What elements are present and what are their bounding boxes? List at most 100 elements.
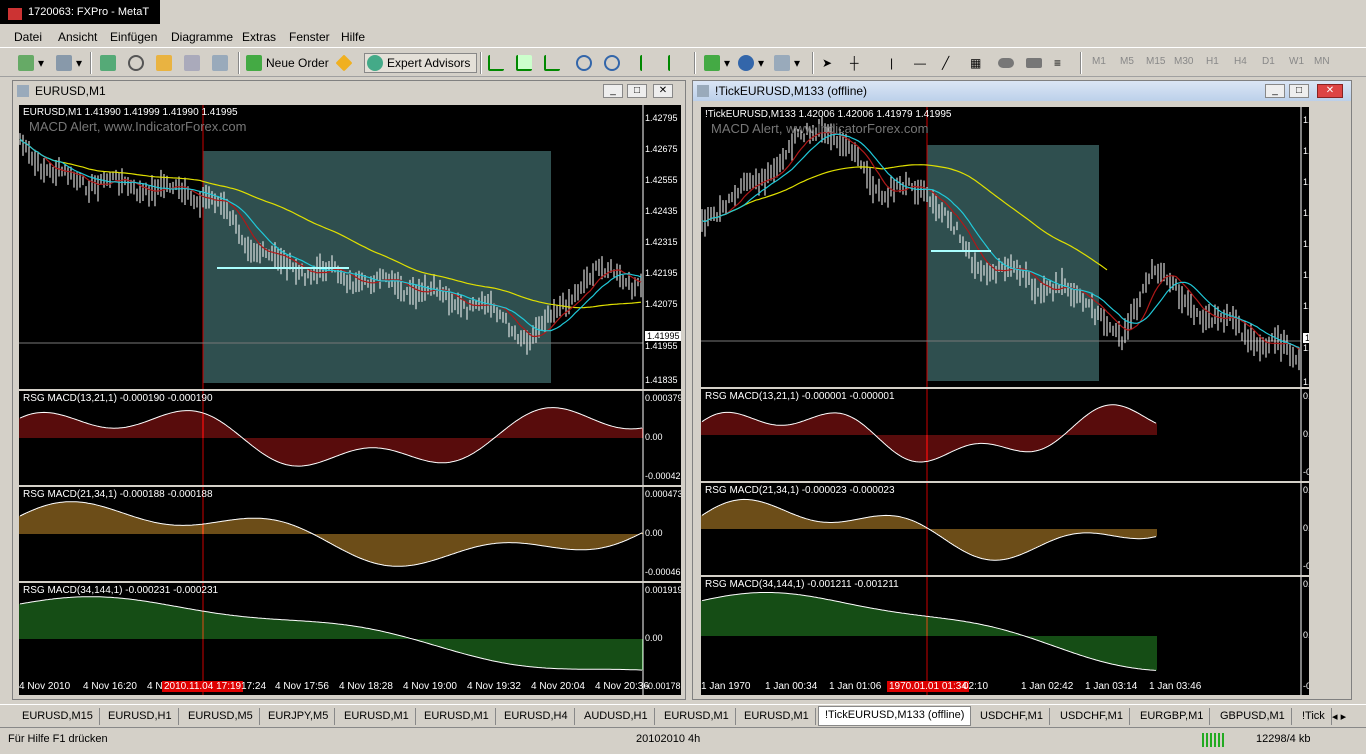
indicator-signal-line [19,407,643,467]
chart-tab[interactable]: EURGBP,M1 [1134,708,1211,725]
terminal-button[interactable] [184,53,200,73]
toolbar: ▾ ▾ Neue Order Expert Advisors ▾ ▾ ▾ ➤ ┼… [0,49,1366,77]
scale-tick-label: 0.001453 [1303,579,1309,589]
new-order-button[interactable]: Neue Order [246,53,329,73]
chart-tab[interactable]: GBPUSD,M1 [1214,708,1292,725]
rectangle-button[interactable] [1026,53,1042,73]
candle-chart-button[interactable] [516,53,532,73]
tf-d1[interactable]: D1 [1262,56,1275,67]
metaeditor-button[interactable] [335,53,353,73]
scale-tick-label: 1.41995 [645,331,681,341]
indicator-pane-2[interactable]: RSG MACD(21,34,1) -0.000188 -0.000188 0.… [19,487,681,581]
tf-h1[interactable]: H1 [1206,56,1219,67]
strategy-tester-button[interactable] [212,53,228,73]
tf-m5[interactable]: M5 [1120,56,1134,67]
chart-window-title-bar[interactable]: EURUSD,M1 _ □ ✕ [13,81,685,101]
tf-m30[interactable]: M30 [1174,56,1193,67]
crosshair-tool-icon: ┼ [850,56,859,70]
auto-scroll-button[interactable] [640,53,656,73]
horizontal-line-button[interactable]: — [914,53,926,73]
chart-tab[interactable]: AUDUSD,H1 [578,708,655,725]
indicator-label: RSG MACD(34,144,1) -0.001211 -0.001211 [705,579,899,590]
chart-tab[interactable]: EURUSD,M1 [658,708,736,725]
tab-scroll-arrows-icon[interactable]: ◂ ▸ [1326,708,1352,725]
menu-hilfe[interactable]: Hilfe [341,30,365,44]
minimize-button[interactable]: _ [603,84,623,98]
chart-tab[interactable]: EURJPY,M5 [262,708,336,725]
new-chart-button[interactable]: ▾ [18,53,44,73]
chart-tab[interactable]: EURUSD,H4 [498,708,575,725]
navigator-button[interactable] [156,53,172,73]
chart-tab[interactable]: EURUSD,M1 [418,708,496,725]
chart-tab[interactable]: EURUSD,H1 [102,708,179,725]
scale-tick-label: 1.42330 [1303,239,1309,249]
expert-advisors-button[interactable]: Expert Advisors [364,53,478,73]
zoom-out-button[interactable] [604,53,620,73]
chart-window-tickeurusd[interactable]: !TickEURUSD,M133 (offline) _ □ ✕ !TickEU… [692,80,1352,700]
scale-tick-label: 1.42675 [645,144,678,154]
chart-tab[interactable]: EURUSD,M15 [16,708,100,725]
tf-m1[interactable]: M1 [1092,56,1106,67]
minimize-button[interactable]: _ [1265,84,1285,98]
menu-extras[interactable]: Extras [242,30,276,44]
cursor-button[interactable]: ➤ [822,53,832,73]
indicator-pane-2[interactable]: RSG MACD(21,34,1) -0.000023 -0.000023 0.… [701,483,1309,575]
chart-window-title-bar[interactable]: !TickEURUSD,M133 (offline) _ □ ✕ [693,81,1351,101]
periods-button[interactable]: ▾ [738,53,764,73]
tf-m15[interactable]: M15 [1146,56,1165,67]
indicator-pane-1[interactable]: RSG MACD(13,21,1) -0.000001 -0.000001 0.… [701,389,1309,481]
time-axis-label: 4 Nov 20:04 [531,681,585,692]
channel-button[interactable]: ▦ [970,53,981,73]
fibo-button[interactable]: ≡ [1054,53,1061,73]
indicator-pane-3[interactable]: RSG MACD(34,144,1) -0.001211 -0.001211 0… [701,577,1309,695]
ellipse-button[interactable] [998,53,1014,73]
menu-bar: Datei Ansicht Einfügen Diagramme Extras … [0,26,1366,48]
scale-tick-label: 1.41955 [1303,343,1309,353]
menu-datei[interactable]: Datei [14,30,42,44]
data-window-button[interactable] [128,53,144,73]
indicators-icon [704,55,720,71]
chart-tab[interactable]: USDCHF,M1 [1054,708,1130,725]
menu-ansicht[interactable]: Ansicht [58,30,97,44]
time-axis-label: 4 Nov 2010 [19,681,71,692]
market-watch-button[interactable] [100,53,116,73]
zoom-in-button[interactable] [576,53,592,73]
crosshair-icon [128,55,144,71]
scale-tick-label: 0.00 [1303,429,1309,439]
chart-tab[interactable]: EURUSD,M1 [738,708,816,725]
chart-shift-button[interactable] [668,53,684,73]
chart-tab[interactable]: !TickEURUSD,M133 (offline) [818,706,972,726]
bar-chart-button[interactable] [488,53,504,73]
tf-mn[interactable]: MN [1314,56,1330,67]
scale-tick-label: 1.42700 [1303,146,1309,156]
indicator-svg [701,577,1302,695]
profiles-button[interactable]: ▾ [56,53,82,73]
indicator-pane-3[interactable]: RSG MACD(34,144,1) -0.000231 -0.000231 0… [19,583,681,695]
menu-fenster[interactable]: Fenster [289,30,330,44]
maximize-button[interactable]: □ [627,84,647,98]
templates-button[interactable]: ▾ [774,53,800,73]
chart-tab[interactable]: EURUSD,M1 [338,708,416,725]
star-icon [156,55,172,71]
trendline-button[interactable]: ╱ [942,53,949,73]
chart-tab[interactable]: EURUSD,M5 [182,708,260,725]
chart-tab[interactable]: USDCHF,M1 [974,708,1050,725]
menu-einfuegen[interactable]: Einfügen [110,30,157,44]
indicators-button[interactable]: ▾ [704,53,730,73]
tf-h4[interactable]: H4 [1234,56,1247,67]
close-button[interactable]: ✕ [653,84,673,98]
tf-w1[interactable]: W1 [1289,56,1304,67]
crosshair-button[interactable]: ┼ [850,53,859,73]
vertical-line-button[interactable]: | [890,53,893,73]
indicator-pane-1[interactable]: RSG MACD(13,21,1) -0.000190 -0.000190 0.… [19,391,681,485]
indicator-label: RSG MACD(34,144,1) -0.000231 -0.000231 [23,585,219,596]
indicator-label: RSG MACD(21,34,1) -0.000188 -0.000188 [23,489,213,500]
scale-tick-label: 0.00 [645,528,663,538]
line-chart-button[interactable] [544,53,560,73]
chart-window-eurusd-m1[interactable]: EURUSD,M1 _ □ ✕ EURUSD,M1 1.41990 1.4199… [12,80,686,700]
menu-diagramme[interactable]: Diagramme [171,30,233,44]
main-chart-pane[interactable]: !TickEURUSD,M133 1.42006 1.42006 1.41979… [701,107,1309,387]
main-chart-pane[interactable]: EURUSD,M1 1.41990 1.41999 1.41990 1.4199… [19,105,681,389]
close-button[interactable]: ✕ [1317,84,1343,98]
maximize-button[interactable]: □ [1289,84,1309,98]
